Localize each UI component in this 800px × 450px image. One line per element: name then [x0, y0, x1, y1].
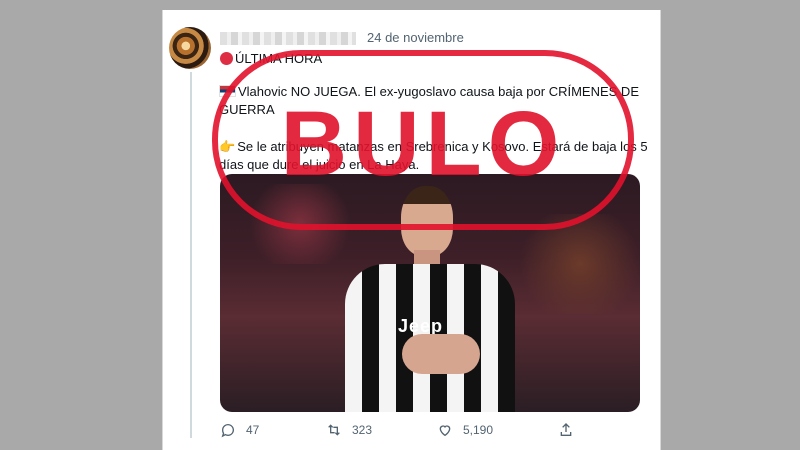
share-button[interactable] [558, 422, 574, 438]
player-hands [402, 334, 480, 374]
tweet-card: 24 de noviembre ⋯ ÚLTIMA HORA Vlahovic N… [162, 10, 661, 450]
like-button[interactable]: 5,190 [437, 422, 493, 438]
background-blur [510, 214, 640, 314]
retweet-icon [328, 424, 340, 436]
serbia-flag-icon [219, 85, 236, 97]
tweet-headline: ÚLTIMA HORA [220, 51, 322, 66]
reply-count: 47 [246, 423, 260, 437]
thread-line [190, 72, 192, 438]
reply-button[interactable]: 47 [220, 422, 259, 438]
retweet-count: 323 [352, 423, 373, 437]
tweet-header: 24 de noviembre ⋯ [220, 29, 640, 49]
tweet-photo[interactable]: Jeep [220, 174, 640, 412]
paragraph-1-text: Vlahovic NO JUEGA. El ex-yugoslavo causa… [219, 84, 639, 117]
heart-icon [439, 425, 451, 437]
tweet-date[interactable]: 24 de noviembre [367, 30, 464, 45]
pointing-hand-icon: 👉 [219, 139, 236, 154]
avatar[interactable] [169, 27, 211, 69]
tweet-actions: 47 323 5,190 [220, 422, 640, 442]
reply-icon [221, 424, 234, 438]
player-head [401, 186, 453, 256]
paragraph-2-text: Se le atribuyen matanzas en Srebrenica y… [219, 139, 648, 172]
blurred-username[interactable] [220, 32, 356, 45]
tweet-paragraph-2: 👉 Se le atribuyen matanzas en Srebrenica … [219, 138, 649, 174]
share-icon [560, 423, 572, 436]
tweet-paragraph-1: Vlahovic NO JUEGA. El ex-yugoslavo causa… [219, 83, 649, 119]
like-count: 5,190 [463, 423, 494, 437]
headline-text: ÚLTIMA HORA [235, 51, 323, 66]
retweet-button[interactable]: 323 [326, 422, 372, 438]
red-circle-icon [220, 52, 233, 65]
background-blur [240, 184, 360, 264]
